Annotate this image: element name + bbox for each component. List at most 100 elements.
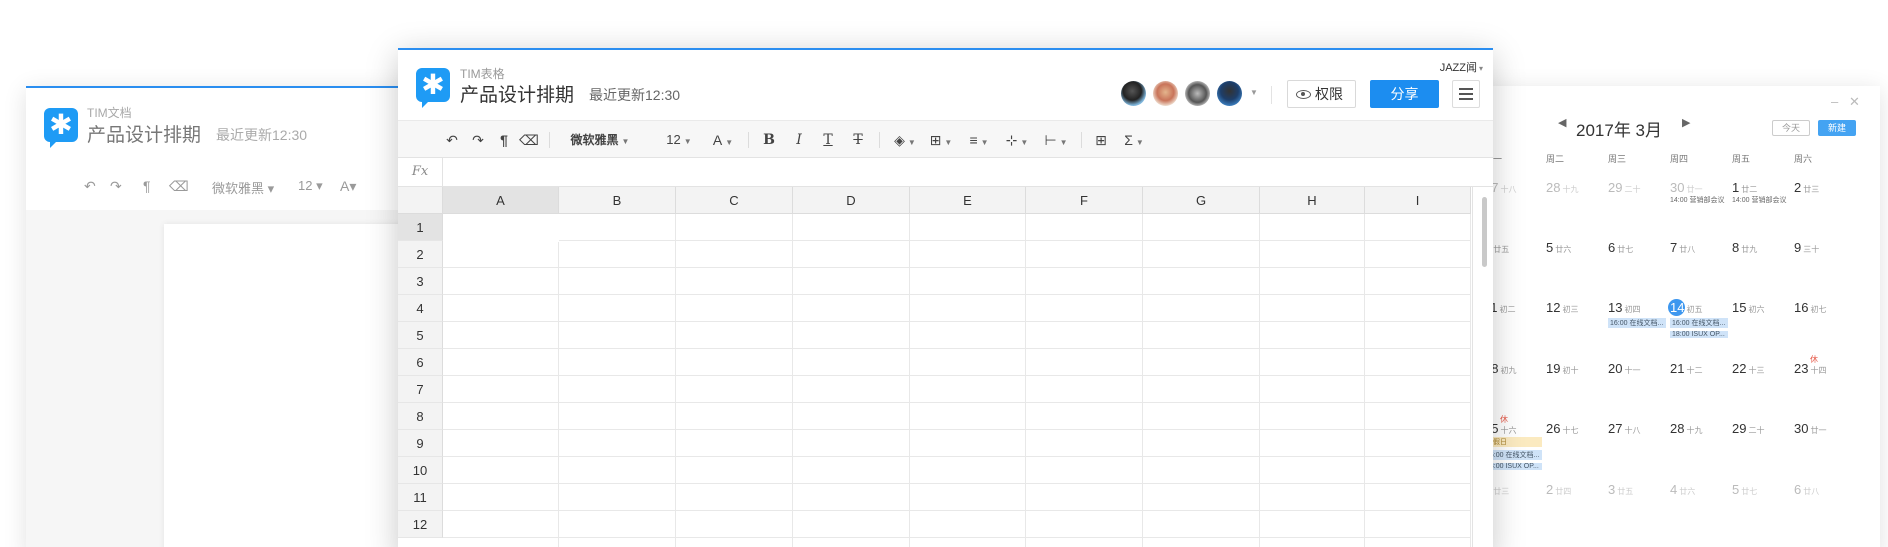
event-item[interactable]: 16:00 在线文档... (1670, 318, 1728, 328)
event-item[interactable]: 16:00 在线文档... (1608, 318, 1666, 328)
formula-bar[interactable]: Fx (398, 158, 1493, 187)
collaborators-chevron-icon[interactable]: ▼ (1250, 88, 1258, 97)
row-header[interactable]: 9 (398, 430, 443, 457)
border-icon[interactable]: ⊞ ▼ (926, 130, 956, 150)
row-header[interactable]: 3 (398, 268, 443, 295)
text-color-icon[interactable]: A ▼ (708, 130, 738, 150)
doc-page[interactable] (164, 224, 426, 547)
underline-button[interactable]: T (819, 130, 837, 150)
today-button[interactable]: 今天 (1772, 120, 1810, 136)
calendar-day[interactable]: 12 初三 (1546, 300, 1578, 315)
calendar-day[interactable]: 29 二十 (1608, 180, 1640, 195)
calendar-day[interactable]: 3 廿五 (1608, 482, 1633, 497)
close-icon[interactable]: ✕ (1849, 94, 1860, 110)
calendar-day[interactable]: 7 廿八 (1670, 240, 1695, 255)
row-header[interactable]: 12 (398, 511, 443, 538)
calendar-day[interactable]: 16 初七 (1794, 300, 1826, 315)
avatar[interactable] (1217, 81, 1242, 106)
scrollbar-thumb[interactable] (1482, 197, 1487, 267)
row-header[interactable]: 6 (398, 349, 443, 376)
column-header[interactable]: G (1143, 187, 1260, 214)
text-color-icon[interactable]: A▾ (340, 178, 356, 195)
prev-month-icon[interactable]: ◀ (1558, 116, 1566, 129)
row-header[interactable]: 1 (398, 214, 443, 241)
merge-cells-icon[interactable]: ⊞ (1091, 130, 1111, 150)
calendar-day[interactable]: 28 十九 (1670, 421, 1702, 436)
font-family-select[interactable]: 微软雅黑 ▼ (564, 130, 636, 150)
calendar-day[interactable]: 28 十九 (1546, 180, 1578, 195)
column-header[interactable]: H (1260, 187, 1365, 214)
calendar-day[interactable]: 27十八 (1608, 421, 1640, 436)
calendar-day[interactable]: 30 廿一 (1794, 421, 1826, 436)
row-header[interactable]: 7 (398, 376, 443, 403)
strikethrough-button[interactable]: T (849, 130, 867, 150)
avatar[interactable] (1185, 81, 1210, 106)
calendar-day[interactable]: 26 十七 (1546, 421, 1578, 436)
calendar-day[interactable]: 6 廿八 (1794, 482, 1819, 497)
calendar-day[interactable]: 9 三十 (1794, 240, 1819, 255)
column-header[interactable]: F (1026, 187, 1143, 214)
permission-button[interactable]: 权限 (1287, 80, 1356, 108)
sum-function-button[interactable]: Σ ▼ (1120, 130, 1148, 150)
column-header[interactable]: E (910, 187, 1026, 214)
selected-cell[interactable] (443, 214, 559, 242)
undo-icon[interactable]: ↶ (442, 130, 462, 150)
event-item[interactable]: 14:00 营销部会议 (1670, 195, 1724, 205)
calendar-day[interactable]: 21 十二 (1670, 361, 1702, 376)
row-header[interactable]: 10 (398, 457, 443, 484)
sheet-title[interactable]: 产品设计排期 (460, 80, 574, 107)
row-header[interactable]: 5 (398, 322, 443, 349)
doc-size-select[interactable]: 12 ▾ (298, 178, 323, 194)
calendar-day[interactable]: 1 廿二 (1732, 180, 1757, 195)
column-header[interactable]: C (676, 187, 793, 214)
calendar-day[interactable]: 29 二十 (1732, 421, 1764, 436)
redo-icon[interactable]: ↷ (110, 178, 122, 195)
avatar[interactable] (1153, 81, 1178, 106)
event-item[interactable]: 14:00 营销部会议 (1732, 195, 1786, 205)
eraser-icon[interactable]: ⌫ (169, 178, 189, 195)
menu-button[interactable] (1452, 80, 1480, 108)
select-all-corner[interactable] (398, 187, 443, 214)
italic-button[interactable]: I (790, 130, 808, 150)
eraser-icon[interactable]: ⌫ (519, 130, 539, 150)
new-event-button[interactable]: 新建 (1818, 120, 1856, 136)
column-header[interactable]: D (793, 187, 910, 214)
undo-icon[interactable]: ↶ (84, 178, 96, 195)
calendar-day[interactable]: 30 廿一 (1670, 180, 1702, 195)
calendar-day[interactable]: 19 初十 (1546, 361, 1578, 376)
align-left-icon[interactable]: ≡ ▼ (964, 130, 994, 150)
calendar-day[interactable]: 13 初四 (1608, 300, 1640, 315)
row-header[interactable]: 2 (398, 241, 443, 268)
calendar-day[interactable]: 14 初五 (1670, 300, 1702, 315)
column-header[interactable]: B (559, 187, 676, 214)
column-header[interactable]: A (443, 187, 559, 214)
bold-button[interactable]: B (760, 130, 778, 150)
calendar-day[interactable]: 4 廿六 (1670, 482, 1695, 497)
calendar-day[interactable]: 6 廿七 (1608, 240, 1633, 255)
redo-icon[interactable]: ↷ (468, 130, 488, 150)
calendar-day[interactable]: 5 廿六 (1546, 240, 1571, 255)
format-painter-icon[interactable]: ¶ (494, 130, 514, 150)
calendar-day[interactable]: 2 廿三 (1794, 180, 1819, 195)
minimize-icon[interactable]: – (1831, 94, 1838, 109)
calendar-day[interactable]: 15 初六 (1732, 300, 1764, 315)
fill-color-icon[interactable]: ◈ ▼ (891, 130, 919, 150)
doc-font-select[interactable]: 微软雅黑 ▾ (212, 178, 274, 197)
calendar-day[interactable]: 20 十一 (1608, 361, 1640, 376)
font-size-select[interactable]: 12 ▼ (662, 130, 696, 150)
format-painter-icon[interactable]: ¶ (143, 178, 151, 194)
calendar-day[interactable]: 2 廿四 (1546, 482, 1571, 497)
calendar-day[interactable]: 22 十三 (1732, 361, 1764, 376)
sheet-grid[interactable]: A B C D E F G H I 1 2 3 4 5 6 7 8 9 10 11 12 (398, 187, 1493, 547)
share-button[interactable]: 分享 (1370, 80, 1439, 108)
next-month-icon[interactable]: ▶ (1682, 116, 1690, 129)
vertical-align-icon[interactable]: ⊹ ▼ (1002, 130, 1032, 150)
calendar-day[interactable]: 23 十四 休 (1794, 355, 1826, 376)
event-item[interactable]: 18:00 ISUX OP... (1670, 331, 1728, 338)
row-header[interactable]: 8 (398, 403, 443, 430)
calendar-day[interactable]: 5 廿七 (1732, 482, 1757, 497)
text-wrap-icon[interactable]: ⊢ ▼ (1041, 130, 1071, 150)
calendar-day[interactable]: 8 廿九 (1732, 240, 1757, 255)
row-header[interactable]: 4 (398, 295, 443, 322)
user-menu[interactable]: JAZZ闻 ▾ (1440, 59, 1483, 75)
